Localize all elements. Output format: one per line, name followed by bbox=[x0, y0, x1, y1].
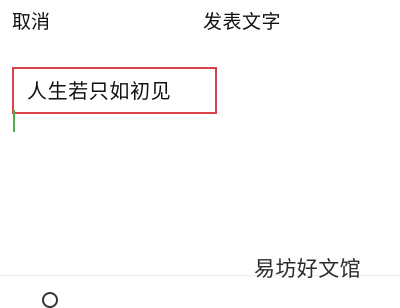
watermark-text: 易坊好文馆 bbox=[254, 257, 361, 281]
circle-icon[interactable] bbox=[42, 292, 58, 308]
text-cursor bbox=[13, 110, 15, 132]
page-title: 发表文字 bbox=[203, 11, 282, 33]
post-text: 人生若只如初见 bbox=[27, 79, 172, 103]
app-header: 取消 发表文字 bbox=[0, 0, 400, 46]
text-editor[interactable]: 人生若只如初见 bbox=[0, 46, 400, 260]
highlight-box: 人生若只如初见 bbox=[12, 67, 217, 114]
cancel-button[interactable]: 取消 bbox=[12, 9, 50, 35]
